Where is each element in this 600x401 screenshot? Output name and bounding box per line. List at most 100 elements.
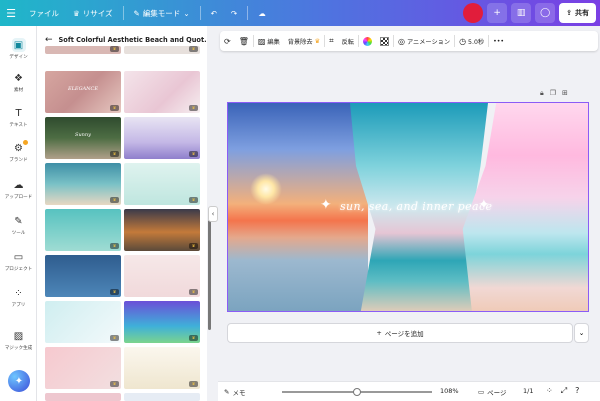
- trash-icon: 🗑: [238, 36, 249, 46]
- clock-icon: ◷: [459, 36, 467, 46]
- add-page-button[interactable]: + ページを追加: [227, 323, 573, 343]
- pages-icon: ▭: [478, 388, 485, 396]
- rail-item-magic-media[interactable]: ▨ マジック生成: [0, 329, 37, 352]
- template-thumb[interactable]: ♛: [45, 255, 121, 297]
- transparency-icon: [380, 36, 389, 46]
- template-thumb[interactable]: ♛: [45, 347, 121, 389]
- crop-button[interactable]: ⌗: [325, 31, 338, 51]
- rail-item-text[interactable]: T テキスト: [0, 106, 37, 129]
- crown-icon: ♛: [110, 46, 119, 52]
- flip-button[interactable]: 反転: [338, 31, 358, 51]
- plus-icon: +: [376, 329, 382, 337]
- crown-icon: ♛: [110, 197, 119, 203]
- magic-assistant-button[interactable]: ✦: [8, 370, 30, 392]
- context-toolbar: ⟳ 🗑 ▨ 編集 背景除去 ♛ ⌗ 反転 ◎ アニメーション ◷ 5.0秒 ••…: [220, 31, 598, 51]
- rail-item-uploads[interactable]: ☁ アップロード: [0, 178, 37, 201]
- design-canvas[interactable]: ✦ sun, sea, and inner peace ✦: [227, 102, 589, 312]
- template-thumb[interactable]: ♛: [124, 347, 200, 389]
- menu-icon[interactable]: ☰: [0, 0, 22, 26]
- redo-icon: ↷: [230, 8, 238, 18]
- add-page-dropdown[interactable]: ⌄: [574, 323, 589, 343]
- color-button[interactable]: [359, 31, 376, 51]
- cloud-save-button[interactable]: ☁: [251, 0, 273, 26]
- pages-button[interactable]: ▭ ページ: [478, 387, 507, 397]
- add-page-icon[interactable]: ⊞: [562, 89, 568, 98]
- crown-icon: ♛: [189, 381, 198, 387]
- image-edit-icon: ▨: [257, 36, 266, 46]
- share-icon: ⇪: [566, 9, 572, 17]
- back-arrow-icon[interactable]: ←: [45, 35, 53, 45]
- redo-button[interactable]: ↷: [224, 0, 244, 26]
- duplicate-icon[interactable]: ❐: [550, 89, 556, 98]
- plus-icon: +: [493, 8, 501, 18]
- color-wheel-icon: [363, 36, 372, 46]
- template-thumb[interactable]: ♛: [124, 117, 200, 159]
- divider: [122, 6, 124, 20]
- edit-mode-dropdown[interactable]: ✎ 編集モード ⌄: [127, 0, 197, 26]
- template-thumb[interactable]: [124, 393, 200, 401]
- divider: [199, 6, 201, 20]
- edit-image-button[interactable]: ▨ 編集: [254, 31, 284, 51]
- more-options-button[interactable]: •••: [489, 31, 508, 51]
- panel-scrollbar[interactable]: [208, 220, 211, 330]
- share-button[interactable]: ⇪ 共有: [559, 3, 596, 23]
- refresh-icon: ⟳: [224, 36, 231, 46]
- bar-chart-icon: ▥: [516, 8, 526, 18]
- grid-view-icon[interactable]: ⁘: [546, 386, 553, 396]
- avatar[interactable]: [463, 3, 484, 23]
- duration-button[interactable]: ◷ 5.0秒: [455, 31, 488, 51]
- pencil-icon: ✎: [133, 8, 140, 18]
- zoom-value[interactable]: 108%: [440, 387, 459, 395]
- template-thumb[interactable]: ♛: [124, 209, 200, 251]
- bg-remove-button[interactable]: 背景除去 ♛: [284, 31, 324, 51]
- crown-icon: ♛: [110, 105, 119, 111]
- divider: [247, 6, 249, 20]
- help-icon[interactable]: ?: [575, 386, 579, 396]
- template-thumb[interactable]: ♛: [124, 163, 200, 205]
- page-count: 1/1: [523, 387, 534, 395]
- rail-item-elements[interactable]: ❖ 素材: [0, 71, 37, 94]
- template-thumb[interactable]: ♛: [45, 163, 121, 205]
- template-thumb[interactable]: [45, 393, 121, 401]
- folder-icon: ▭: [13, 251, 24, 263]
- canvas-quote-text[interactable]: sun, sea, and inner peace: [340, 200, 492, 213]
- notes-button[interactable]: ✎ メモ: [224, 387, 245, 397]
- template-thumb[interactable]: ♛: [45, 46, 121, 54]
- undo-icon: ↶: [210, 8, 217, 18]
- sparkle-right-icon: ✦: [478, 197, 490, 213]
- zoom-slider-thumb[interactable]: [353, 388, 361, 396]
- animate-button[interactable]: ◎ アニメーション: [394, 31, 454, 51]
- insights-button[interactable]: ▥: [511, 3, 532, 23]
- collapse-panel-button[interactable]: ‹: [208, 206, 218, 222]
- rail-item-brand[interactable]: ⚙ ブランド: [0, 140, 37, 163]
- text-icon: T: [15, 107, 22, 119]
- fullscreen-icon[interactable]: ⤢: [561, 386, 567, 396]
- crown-badge: [23, 140, 28, 145]
- undo-button[interactable]: ↶: [204, 0, 224, 26]
- template-thumb[interactable]: Sunny ♛: [45, 117, 121, 159]
- template-thumb[interactable]: ♛: [124, 255, 200, 297]
- file-menu[interactable]: ファイル: [22, 0, 66, 26]
- delete-button[interactable]: 🗑: [235, 31, 253, 51]
- crown-icon: ♛: [189, 151, 198, 157]
- chevron-down-icon: ⌄: [578, 329, 585, 337]
- lock-icon[interactable]: 🔒︎: [540, 89, 544, 98]
- template-thumb[interactable]: ♛: [124, 71, 200, 113]
- rail-item-design[interactable]: ▣ デザイン: [0, 38, 37, 60]
- rail-item-tools[interactable]: ✎ ツール: [0, 214, 37, 237]
- elements-icon: ❖: [14, 72, 23, 84]
- rail-item-apps[interactable]: ⁘ アプリ: [0, 286, 37, 309]
- template-thumb[interactable]: ♛: [124, 301, 200, 343]
- add-collaborator-button[interactable]: +: [487, 3, 508, 23]
- crown-icon: ♛: [189, 197, 198, 203]
- template-thumb[interactable]: ELEGANCE ♛: [45, 71, 121, 113]
- rail-item-projects[interactable]: ▭ プロジェクト: [0, 250, 37, 273]
- template-thumb[interactable]: ♛: [124, 46, 200, 54]
- replace-button[interactable]: ⟳: [220, 31, 235, 51]
- comments-button[interactable]: ◯: [535, 3, 556, 23]
- template-thumb[interactable]: ♛: [45, 301, 121, 343]
- zoom-slider[interactable]: [282, 388, 432, 396]
- transparency-button[interactable]: [376, 31, 393, 51]
- template-thumb[interactable]: ♛: [45, 209, 121, 251]
- resize-button[interactable]: ♛ リサイズ: [66, 0, 120, 26]
